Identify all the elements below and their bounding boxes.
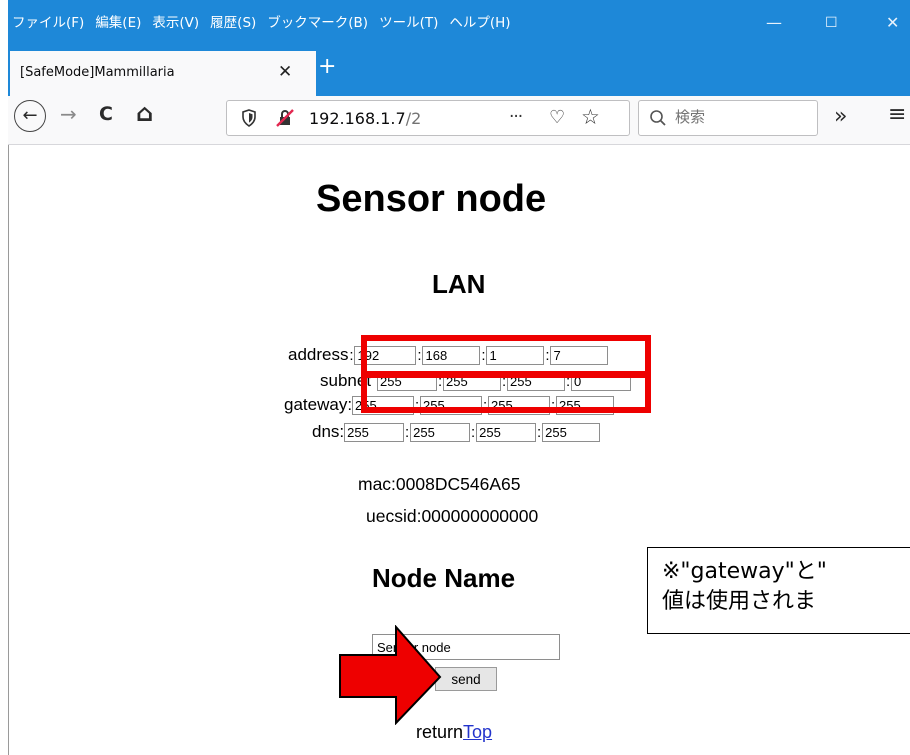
bookmark-star-icon[interactable]: ☆ — [581, 105, 600, 129]
page-title: Sensor node — [316, 178, 547, 220]
dns-row: dns:::: — [312, 422, 601, 444]
reload-button[interactable]: C — [99, 103, 113, 125]
tab-title: [SafeMode]Mammillaria — [20, 65, 175, 80]
lan-heading: LAN — [432, 269, 486, 299]
menu-file[interactable]: ファイル(F) — [12, 11, 84, 31]
close-window-button[interactable]: ✕ — [886, 13, 899, 32]
return-text: return — [416, 722, 464, 742]
navigation-bar: ← → C ⌂ 192.168.1.7/2 ··· ♡ ☆ 検索 » ≡ — [8, 96, 910, 145]
uecsid: uecsid:000000000000 — [366, 506, 539, 526]
dns-octet-1[interactable] — [344, 423, 405, 442]
menu-history[interactable]: 履歴(S) — [210, 11, 256, 31]
page-actions-icon[interactable]: ··· — [509, 107, 523, 127]
note-line-1: ※"gateway"と" — [662, 559, 827, 584]
red-arrow-icon — [339, 625, 442, 725]
home-button[interactable]: ⌂ — [136, 99, 153, 127]
new-tab-button[interactable]: + — [318, 54, 336, 79]
annotation-note: ※"gateway"と" 値は使用されま — [647, 547, 910, 634]
menu-bookmarks[interactable]: ブックマーク(B) — [267, 11, 368, 31]
minimize-button[interactable]: — — [766, 13, 782, 32]
nodename-heading: Node Name — [372, 563, 516, 593]
address-label: address — [288, 345, 349, 364]
dns-octet-4[interactable] — [542, 423, 601, 442]
search-icon — [650, 110, 666, 126]
return-top-link[interactable]: Top — [463, 722, 492, 742]
url-host: 192.168.1.7 — [309, 109, 406, 128]
tab-active[interactable]: [SafeMode]Mammillaria ✕ — [10, 51, 316, 96]
back-button[interactable]: ← — [14, 100, 46, 132]
note-line-2: 値は使用されま — [662, 589, 817, 614]
return-row: returnTop — [416, 722, 492, 743]
tab-strip: [SafeMode]Mammillaria ✕ + — [8, 46, 910, 96]
mac-address: mac:0008DC546A65 — [358, 474, 521, 494]
menu-view[interactable]: 表示(V) — [152, 11, 199, 31]
maximize-button[interactable]: ☐ — [825, 15, 838, 31]
insecure-lock-icon[interactable] — [275, 109, 295, 127]
pocket-icon[interactable]: ♡ — [549, 107, 565, 128]
highlight-subnet-box — [361, 371, 651, 413]
menu-tools[interactable]: ツール(T) — [379, 11, 438, 31]
page-content: Sensor node LAN address:::: subnet::: ga… — [8, 145, 910, 755]
menu-edit[interactable]: 編集(E) — [95, 11, 141, 31]
menu-bar: ファイル(F) 編集(E) 表示(V) 履歴(S) ブックマーク(B) ツール(… — [8, 0, 910, 46]
hamburger-menu-icon[interactable]: ≡ — [888, 102, 906, 127]
overflow-menu-icon[interactable]: » — [834, 104, 847, 129]
url-path: /2 — [405, 109, 422, 128]
search-input[interactable] — [673, 107, 807, 127]
url-text[interactable]: 192.168.1.7/2 — [309, 109, 421, 128]
browser-window: ファイル(F) 編集(E) 表示(V) 履歴(S) ブックマーク(B) ツール(… — [8, 0, 910, 755]
forward-button[interactable]: → — [60, 102, 77, 126]
shield-icon[interactable] — [241, 109, 257, 127]
url-bar[interactable]: 192.168.1.7/2 ··· ♡ ☆ — [226, 100, 630, 136]
gateway-label: gateway: — [284, 395, 353, 414]
dns-octet-2[interactable] — [410, 423, 471, 442]
dns-octet-3[interactable] — [476, 423, 537, 442]
menu-help[interactable]: ヘルプ(H) — [449, 11, 510, 31]
tab-close-icon[interactable]: ✕ — [278, 62, 292, 82]
search-bar[interactable] — [638, 100, 818, 136]
dns-label: dns: — [312, 422, 345, 441]
